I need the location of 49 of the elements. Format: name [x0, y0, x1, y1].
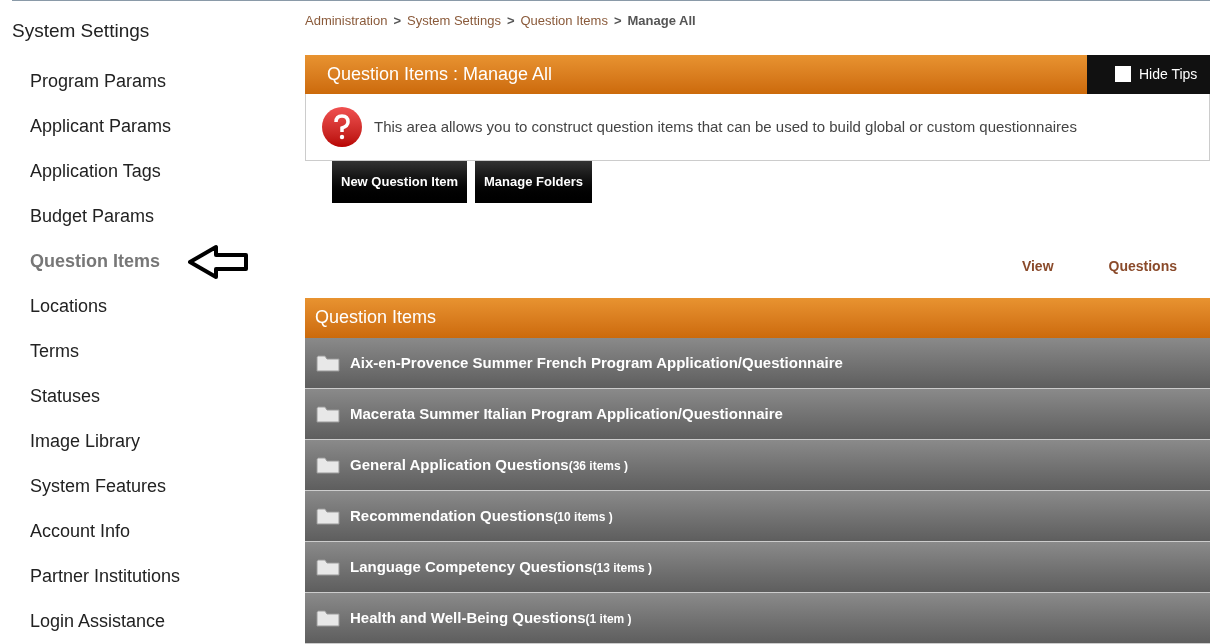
arrow-icon — [188, 243, 251, 280]
sidebar-item[interactable]: Partner Institutions — [12, 563, 181, 591]
list-title: Question Items — [315, 306, 437, 330]
sidebar-item[interactable]: Program Params — [12, 68, 167, 96]
folder-icon — [316, 558, 340, 576]
sidebar-title: System Settings — [12, 19, 151, 43]
sidebar-item[interactable]: Image Library — [12, 428, 141, 456]
sidebar-item[interactable]: Budget Params — [12, 203, 155, 231]
folder-name: Recommendation Questions(10 items ) — [350, 505, 613, 526]
help-icon — [322, 106, 362, 147]
column-header: Questions — [1108, 256, 1177, 276]
sidebar-item[interactable]: Locations — [12, 293, 108, 321]
folder-icon — [316, 456, 340, 474]
breadcrumb-link[interactable]: System Settings — [406, 11, 501, 31]
sidebar-item[interactable]: Statuses — [12, 383, 101, 411]
folder-row[interactable]: Health and Well-Being Questions(1 item ) — [305, 593, 1210, 644]
action-button[interactable]: Manage Folders — [475, 160, 592, 203]
folder-name: General Application Questions(36 items ) — [350, 454, 628, 475]
folder-name: Health and Well-Being Questions(1 item ) — [350, 607, 632, 628]
breadcrumb-separator: > — [506, 12, 515, 30]
breadcrumb-link[interactable]: Administration — [305, 11, 388, 31]
breadcrumb-current: Manage All — [627, 12, 696, 30]
folder-icon — [316, 609, 340, 627]
folder-row[interactable]: Language Competency Questions(13 items ) — [305, 542, 1210, 593]
tip-text: This area allows you to construct question items that can be used to build global or custom questionnaires — [374, 116, 1077, 137]
folder-name: Aix-en-Provence Summer French Program Application/Questionnaire — [350, 352, 843, 373]
breadcrumb-separator: > — [613, 12, 622, 30]
action-button[interactable]: New Question Item — [332, 160, 468, 203]
breadcrumb-link[interactable]: Question Items — [520, 11, 608, 31]
folder-icon — [316, 507, 340, 525]
hide-tips-checkbox[interactable]: Hide Tips — [1087, 54, 1210, 94]
folder-row[interactable]: Aix-en-Provence Summer French Program Application/Questionnaire — [305, 338, 1210, 389]
sidebar-item[interactable]: Applicant Params — [12, 113, 172, 141]
folder-icon — [316, 354, 340, 372]
sidebar-item[interactable]: Question Items — [12, 248, 161, 276]
breadcrumb-separator: > — [393, 12, 401, 30]
folder-row[interactable]: Macerata Summer Italian Program Application/Questionnaire — [305, 389, 1210, 440]
sidebar-item[interactable]: Account Info — [12, 518, 131, 546]
folder-icon — [316, 405, 340, 423]
folder-row[interactable]: General Application Questions(36 items ) — [305, 440, 1210, 491]
folder-row[interactable]: Recommendation Questions(10 items ) — [305, 491, 1210, 542]
folder-name: Macerata Summer Italian Program Application/Questionnaire — [350, 403, 783, 424]
sidebar-item[interactable]: Application Tags — [12, 158, 161, 186]
page-title: Question Items : Manage All — [326, 62, 554, 86]
sidebar-item[interactable]: Login Assistance — [12, 608, 166, 636]
folder-name: Language Competency Questions(13 items ) — [350, 556, 652, 577]
column-header: View — [1021, 256, 1054, 276]
sidebar-item[interactable]: Terms — [12, 338, 79, 366]
sidebar-item[interactable]: System Features — [12, 473, 167, 501]
